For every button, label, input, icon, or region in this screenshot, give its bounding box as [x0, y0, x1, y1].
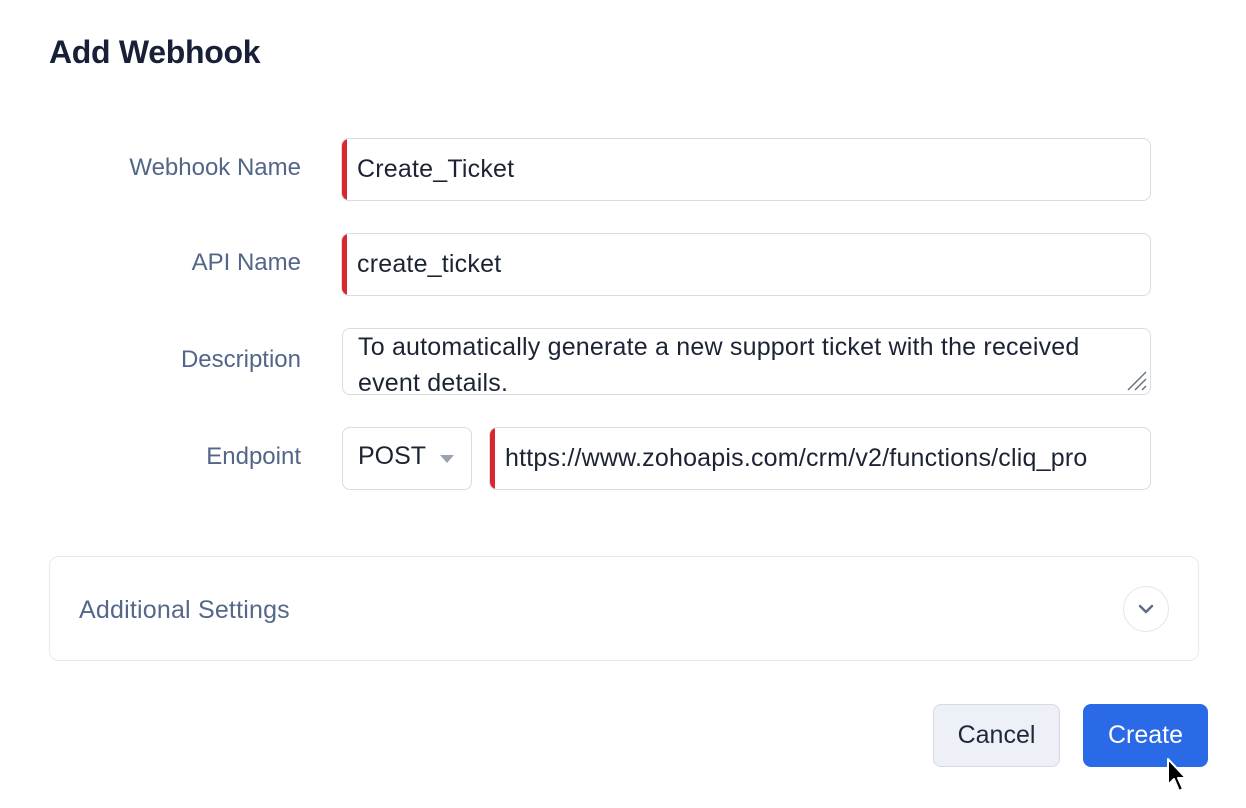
resize-grip-icon[interactable]: [1122, 366, 1148, 392]
mouse-pointer-icon: [1167, 758, 1187, 792]
http-method-value[interactable]: POST: [358, 442, 426, 471]
additional-settings-panel[interactable]: Additional Settings: [49, 556, 1199, 661]
chevron-down-icon: [1138, 604, 1154, 614]
expand-settings-button[interactable]: [1123, 586, 1169, 632]
api-name-value[interactable]: create_ticket: [357, 250, 1138, 279]
cancel-button[interactable]: Cancel: [933, 704, 1060, 767]
additional-settings-label: Additional Settings: [79, 596, 290, 624]
http-method-select[interactable]: POST: [342, 427, 472, 490]
api-name-label: API Name: [191, 249, 301, 276]
dialog-title: Add Webhook: [49, 34, 261, 70]
endpoint-url-field[interactable]: https://www.zohoapis.com/crm/v2/function…: [489, 427, 1151, 490]
api-name-field[interactable]: create_ticket: [341, 233, 1151, 296]
webhook-name-value[interactable]: Create_Ticket: [357, 155, 1138, 184]
webhook-name-field[interactable]: Create_Ticket: [341, 138, 1151, 201]
caret-down-icon[interactable]: [440, 455, 454, 463]
description-label: Description: [180, 346, 301, 373]
endpoint-label: Endpoint: [206, 443, 301, 470]
description-value[interactable]: To automatically generate a new support …: [358, 329, 1136, 394]
webhook-name-label: Webhook Name: [129, 154, 301, 181]
description-textarea[interactable]: To automatically generate a new support …: [342, 328, 1151, 395]
endpoint-url-value[interactable]: https://www.zohoapis.com/crm/v2/function…: [505, 444, 1150, 473]
